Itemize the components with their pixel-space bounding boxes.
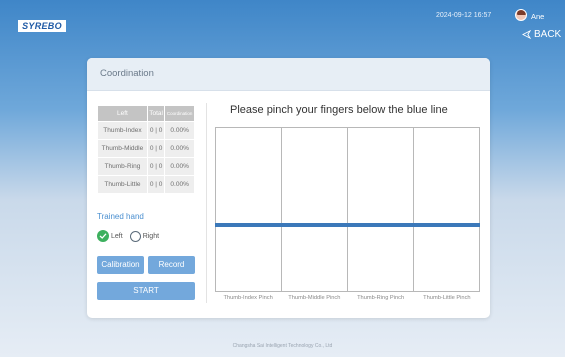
syrebo-logo: SYREBO <box>18 20 66 32</box>
total-cell: 0 | 0 <box>146 139 166 158</box>
radio-left-label[interactable]: Left <box>111 233 123 240</box>
radio-left[interactable] <box>97 230 109 242</box>
col-header-coordination: Coordination <box>164 105 195 122</box>
calibration-button[interactable]: Calibration <box>97 256 144 274</box>
instruction-text: Please pinch your fingers below the blue… <box>230 104 448 116</box>
pinch-grid <box>215 127 480 292</box>
back-arrow-icon <box>522 30 531 39</box>
user-name[interactable]: Ane <box>531 12 544 21</box>
panel-divider <box>206 103 207 303</box>
table-row: Thumb-Middle 0 | 0 0.00% <box>97 139 195 158</box>
pct-cell: 0.00% <box>164 157 195 176</box>
pinch-label-middle: Thumb-Middle Pinch <box>288 295 341 301</box>
trained-hand-label: Trained hand <box>97 212 144 221</box>
back-button[interactable]: BACK <box>522 29 561 40</box>
total-cell: 0 | 0 <box>146 175 166 194</box>
pinch-label-ring: Thumb-Ring Pinch <box>357 295 405 301</box>
total-cell: 0 | 0 <box>146 121 166 140</box>
pinch-labels: Thumb-Index Pinch Thumb-Middle Pinch Thu… <box>215 295 480 301</box>
finger-cell: Thumb-Index <box>97 121 148 140</box>
table-row: Thumb-Little 0 | 0 0.00% <box>97 175 195 194</box>
datetime-text: 2024-09-12 16:57 <box>436 12 492 19</box>
stats-table: Left Total Coordination Thumb-Index 0 | … <box>97 105 195 194</box>
table-row: Thumb-Index 0 | 0 0.00% <box>97 121 195 140</box>
record-button[interactable]: Record <box>148 256 195 274</box>
start-button[interactable]: START <box>97 282 195 300</box>
radio-right-label[interactable]: Right <box>143 233 159 240</box>
threshold-blue-line <box>215 223 480 227</box>
pinch-column-little <box>414 128 479 291</box>
trained-hand-radio-group: Left Right <box>97 230 159 242</box>
back-label: BACK <box>534 29 562 40</box>
col-header-total: Total <box>146 105 166 122</box>
total-cell: 0 | 0 <box>146 157 166 176</box>
coordination-card: Coordination Left Total Coordination Thu… <box>87 58 490 318</box>
stats-panel: Left Total Coordination Thumb-Index 0 | … <box>97 105 195 194</box>
finger-cell: Thumb-Little <box>97 175 148 194</box>
pinch-label-little: Thumb-Little Pinch <box>423 295 471 301</box>
table-row: Thumb-Ring 0 | 0 0.00% <box>97 157 195 176</box>
user-avatar[interactable] <box>515 9 527 21</box>
finger-cell: Thumb-Middle <box>97 139 148 158</box>
radio-right[interactable] <box>129 230 141 242</box>
check-icon <box>99 233 107 239</box>
col-header-hand: Left <box>97 105 148 122</box>
footer-company: Changsha Sai Intelligent Technology Co.,… <box>232 343 333 349</box>
top-bar: SYREBO 2024-09-12 16:57 Ane BACK <box>0 0 565 46</box>
finger-cell: Thumb-Ring <box>97 157 148 176</box>
pinch-column-index <box>216 128 282 291</box>
pinch-column-ring <box>348 128 414 291</box>
card-title: Coordination <box>87 58 490 91</box>
pct-cell: 0.00% <box>164 121 195 140</box>
pct-cell: 0.00% <box>164 175 195 194</box>
pinch-label-index: Thumb-Index Pinch <box>223 295 273 301</box>
pct-cell: 0.00% <box>164 139 195 158</box>
pinch-column-middle <box>282 128 348 291</box>
